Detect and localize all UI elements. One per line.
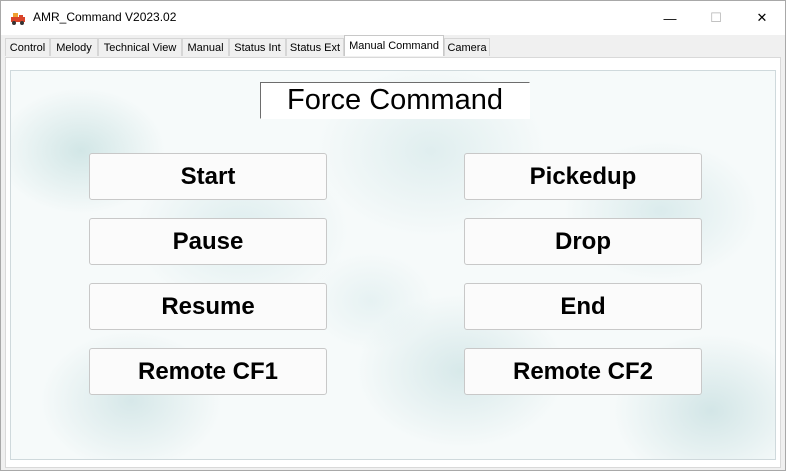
close-icon: ✕: [756, 10, 768, 25]
remote-cf2-button[interactable]: Remote CF2: [464, 348, 702, 395]
maximize-icon: ☐: [710, 10, 722, 25]
tab-camera[interactable]: Camera: [444, 38, 490, 56]
tab-melody[interactable]: Melody: [50, 38, 98, 56]
tab-strip: Control Melody Technical View Manual Sta…: [5, 35, 783, 58]
minimize-icon: —: [663, 10, 677, 26]
title-bar[interactable]: AMR_Command V2023.02 — ☐ ✕: [1, 1, 785, 35]
start-button[interactable]: Start: [89, 153, 327, 200]
window-title: AMR_Command V2023.02: [33, 10, 177, 24]
watercolor-background: [10, 70, 776, 460]
tab-status-int[interactable]: Status Int: [229, 38, 286, 56]
resume-button[interactable]: Resume: [89, 283, 327, 330]
tab-manual-command[interactable]: Manual Command: [344, 35, 444, 56]
remote-cf1-button[interactable]: Remote CF1: [89, 348, 327, 395]
tab-technical-view[interactable]: Technical View: [98, 38, 182, 56]
truck-icon: [10, 10, 26, 26]
close-button[interactable]: ✕: [739, 1, 785, 35]
tab-control[interactable]: Control: [5, 38, 50, 56]
app-window: AMR_Command V2023.02 — ☐ ✕ Control Melod…: [0, 0, 786, 471]
pickedup-button[interactable]: Pickedup: [464, 153, 702, 200]
page-title: Force Command: [260, 82, 530, 119]
maximize-button[interactable]: ☐: [693, 1, 739, 35]
pause-button[interactable]: Pause: [89, 218, 327, 265]
drop-button[interactable]: Drop: [464, 218, 702, 265]
tab-manual[interactable]: Manual: [182, 38, 229, 56]
manual-command-page: Force Command Start Pause Resume Remote …: [5, 57, 781, 468]
minimize-button[interactable]: —: [647, 1, 693, 35]
end-button[interactable]: End: [464, 283, 702, 330]
tab-status-ext[interactable]: Status Ext: [286, 38, 344, 56]
